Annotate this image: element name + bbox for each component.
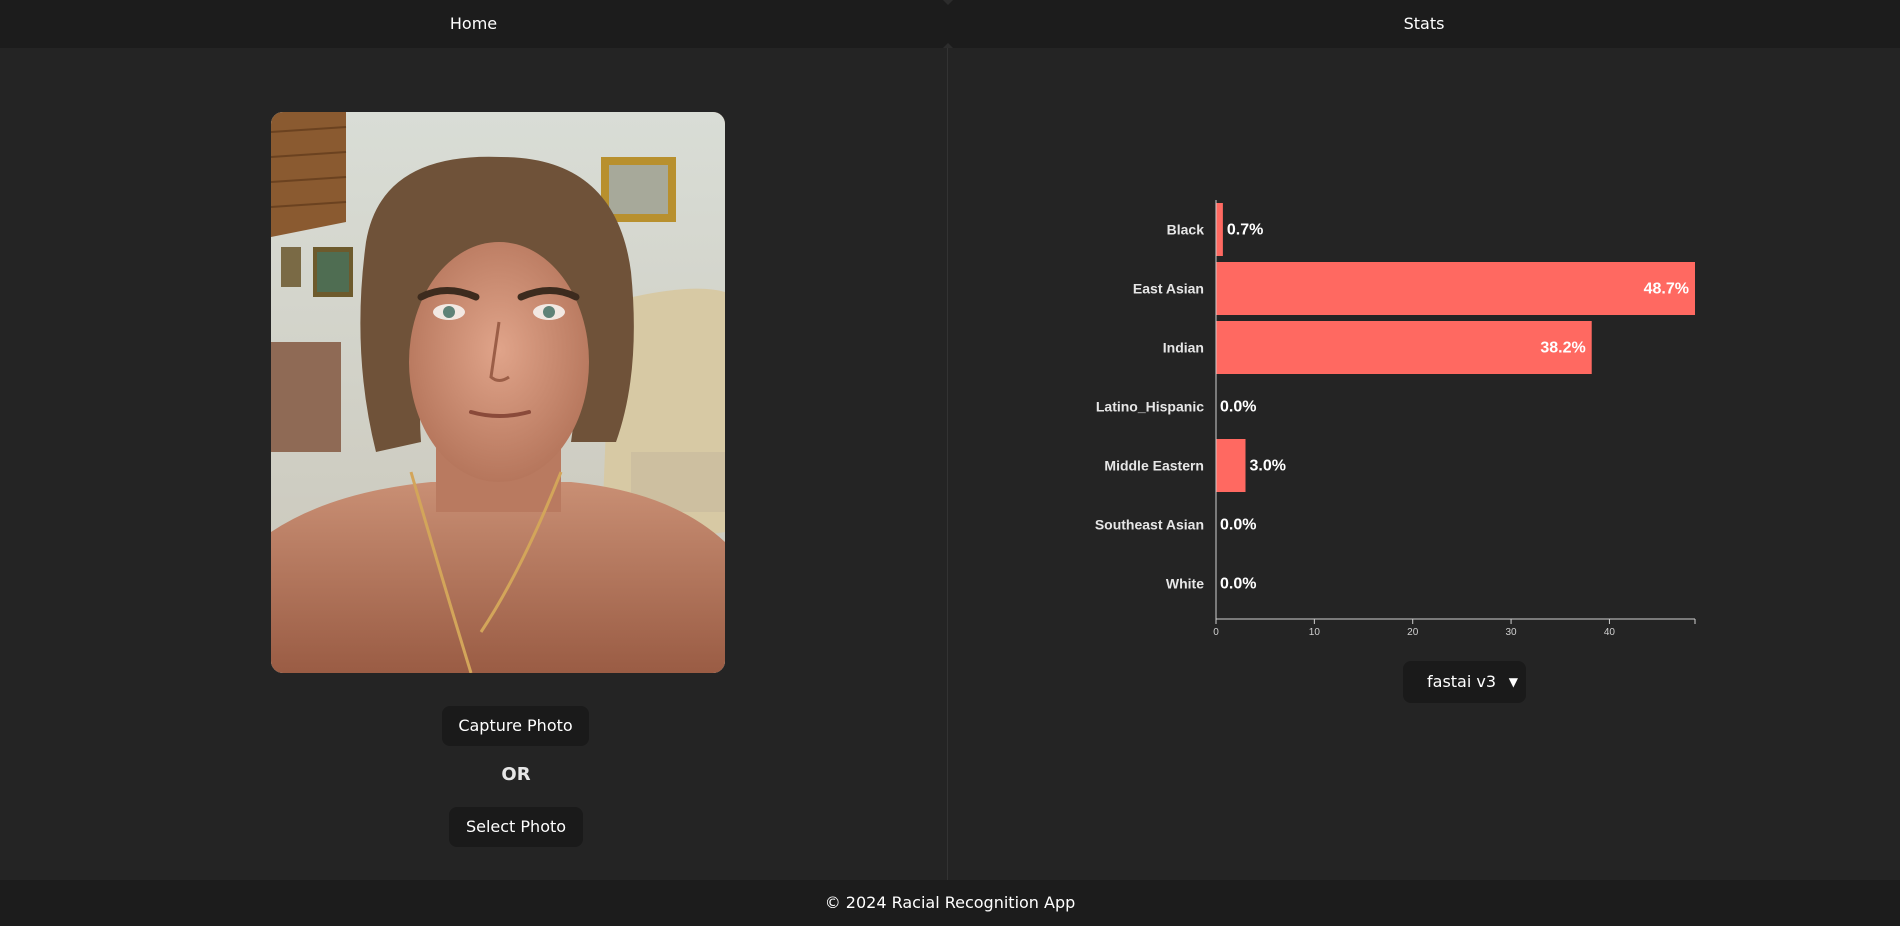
tab-divider-notch-bottom xyxy=(943,43,953,48)
footer: © 2024 Racial Recognition App xyxy=(0,880,1900,926)
value-label: 3.0% xyxy=(1250,458,1286,475)
value-label: 0.0% xyxy=(1220,517,1256,534)
category-label: Southeast Asian xyxy=(1095,517,1204,533)
bar-indian xyxy=(1216,321,1592,374)
bar-black xyxy=(1216,203,1223,256)
tab-home[interactable]: Home xyxy=(0,0,947,48)
tab-stats[interactable]: Stats xyxy=(948,0,1900,48)
value-label: 0.0% xyxy=(1220,576,1256,593)
bar-east-asian xyxy=(1216,262,1695,315)
top-navigation: Home Stats xyxy=(0,0,1900,48)
value-label: 38.2% xyxy=(1540,340,1585,357)
x-tick-label: 20 xyxy=(1407,627,1419,638)
captured-photo xyxy=(271,112,725,673)
value-label: 48.7% xyxy=(1644,281,1689,298)
model-select-value: fastai v3 xyxy=(1427,672,1497,691)
value-label: 0.0% xyxy=(1220,399,1256,416)
select-photo-button[interactable]: Select Photo xyxy=(449,807,583,847)
or-separator: OR xyxy=(501,764,531,785)
tab-divider-notch-top xyxy=(943,0,953,5)
prediction-bar-chart: Black 0.7% East Asian 48.7% Indian 38.2% Latin… xyxy=(1095,200,1696,638)
capture-photo-button[interactable]: Capture Photo xyxy=(442,706,589,746)
x-tick-label: 10 xyxy=(1309,627,1321,638)
portrait-photo-illustration xyxy=(271,112,725,673)
category-label: Indian xyxy=(1163,340,1204,356)
panel-divider xyxy=(947,48,948,880)
category-label: Black xyxy=(1167,222,1205,238)
x-tick-label: 0 xyxy=(1213,627,1219,638)
chevron-down-icon: ▼ xyxy=(1508,675,1518,689)
model-select[interactable]: fastai v3 ▼ xyxy=(1403,661,1526,703)
category-label: Middle Eastern xyxy=(1104,458,1204,474)
category-label: East Asian xyxy=(1133,281,1204,297)
category-label: Latino_Hispanic xyxy=(1096,399,1204,415)
bar-middle-eastern xyxy=(1216,439,1246,492)
x-tick-label: 40 xyxy=(1604,627,1616,638)
x-tick-label: 30 xyxy=(1506,627,1518,638)
category-label: White xyxy=(1166,576,1204,592)
value-label: 0.7% xyxy=(1227,222,1263,239)
